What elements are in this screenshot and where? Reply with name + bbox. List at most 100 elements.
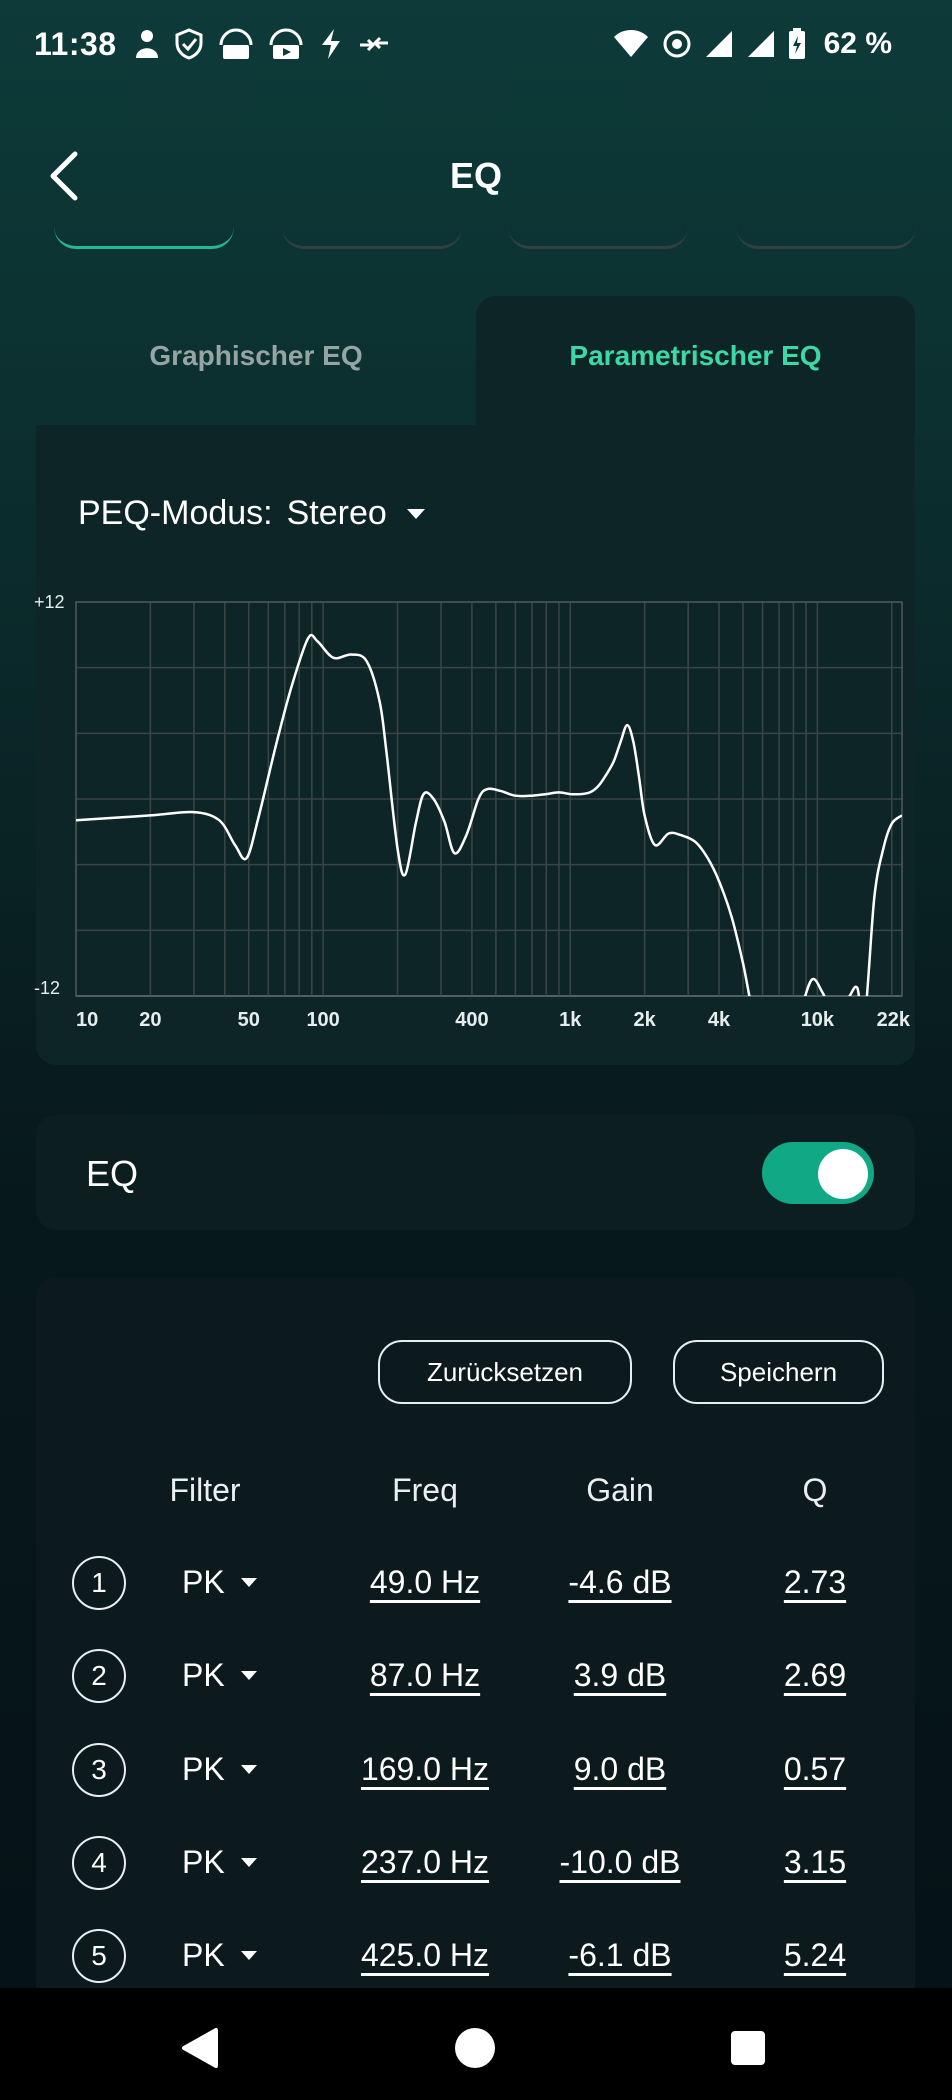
x-tick-label: 1k: [559, 1009, 582, 1030]
bolt-icon: [318, 27, 344, 61]
peq-mode-value: Stereo: [286, 494, 387, 532]
column-header-q: Q: [802, 1472, 828, 1508]
shield-icon: [174, 28, 204, 60]
filter-index: 1: [91, 1567, 107, 1598]
filter-type-value: PK: [182, 1751, 225, 1787]
filter-type-value: PK: [182, 1937, 225, 1973]
filter-type-value: PK: [182, 1657, 225, 1693]
triangle-back-icon: [182, 2028, 218, 2068]
filter-row: 1 PK 49.0 Hz -4.6 dB 2.73: [0, 1548, 952, 1618]
hotspot-icon: [662, 29, 692, 59]
eq-graph-svg: 10 20 50 100 400 1k 2k 4k 10k 22k +12 -12: [34, 592, 911, 1031]
peq-mode-label: PEQ-Modus:: [78, 494, 273, 532]
filter-type-dropdown[interactable]: PK: [182, 1937, 257, 1974]
preset-pill-3[interactable]: [508, 226, 688, 249]
nav-home-button[interactable]: [445, 2018, 505, 2078]
nav-back-button[interactable]: [170, 2018, 230, 2078]
status-icons-right: 62 %: [612, 24, 892, 64]
battery-icon: [788, 28, 806, 60]
y-tick-label: -12: [34, 978, 60, 998]
filter-row: 4 PK 237.0 Hz -10.0 dB 3.15: [0, 1828, 952, 1898]
filter-row: 5 PK 425.0 Hz -6.1 dB 5.24: [0, 1921, 952, 1991]
x-tick-label: 20: [139, 1009, 161, 1030]
battery-percent: 62 %: [823, 27, 892, 60]
filter-type-dropdown[interactable]: PK: [182, 1657, 257, 1694]
x-tick-label: 22k: [877, 1009, 911, 1030]
peq-mode-selector[interactable]: PEQ-Modus: Stereo: [78, 494, 425, 533]
filter-freq-value[interactable]: 169.0 Hz: [330, 1751, 520, 1788]
vpn-lock-icon: [218, 27, 254, 61]
filter-gain-value[interactable]: 3.9 dB: [530, 1657, 710, 1694]
filter-index-badge: 2: [72, 1649, 126, 1703]
filter-type-value: PK: [182, 1844, 225, 1880]
eq-toggle-knob: [818, 1149, 868, 1199]
filter-q-value[interactable]: 2.73: [740, 1564, 890, 1601]
filter-q-value[interactable]: 2.69: [740, 1657, 890, 1694]
signal-icon: [746, 29, 776, 59]
dropdown-arrow-icon: [240, 1765, 257, 1774]
filter-type-value: PK: [182, 1564, 225, 1600]
eq-toggle-label: EQ: [86, 1153, 139, 1194]
filter-gain-value[interactable]: -10.0 dB: [530, 1844, 710, 1881]
x-tick-label: 10: [76, 1009, 98, 1030]
reset-button[interactable]: Zurücksetzen: [378, 1340, 632, 1404]
eq-response-graph: 10 20 50 100 400 1k 2k 4k 10k 22k +12 -12: [28, 590, 918, 1031]
dropdown-arrow-icon: [406, 508, 425, 519]
dropdown-arrow-icon: [240, 1578, 257, 1587]
status-time: 11:38: [34, 26, 117, 62]
signal-icon: [704, 29, 734, 59]
filter-index-badge: 5: [72, 1929, 126, 1983]
filter-type-dropdown[interactable]: PK: [182, 1564, 257, 1601]
preset-pill-1[interactable]: [54, 226, 234, 249]
filter-gain-value[interactable]: -6.1 dB: [530, 1937, 710, 1974]
eq-response-curve: [76, 633, 902, 996]
filter-freq-value[interactable]: 49.0 Hz: [330, 1564, 520, 1601]
save-button[interactable]: Speichern: [673, 1340, 884, 1404]
tab-graphic-eq[interactable]: Graphischer EQ: [36, 340, 476, 372]
filter-row: 3 PK 169.0 Hz 9.0 dB 0.57: [0, 1735, 952, 1805]
column-header-filter: Filter: [169, 1472, 241, 1508]
filter-gain-value[interactable]: 9.0 dB: [530, 1751, 710, 1788]
filter-gain-value[interactable]: -4.6 dB: [530, 1564, 710, 1601]
tab-parametric-eq[interactable]: Parametrischer EQ: [476, 340, 915, 372]
filter-index: 2: [91, 1660, 107, 1691]
circle-home-icon: [455, 2028, 495, 2068]
wifi-icon: [612, 29, 650, 59]
filter-index-badge: 3: [72, 1743, 126, 1797]
square-recents-icon: [731, 2031, 765, 2065]
filter-q-value[interactable]: 3.15: [740, 1844, 890, 1881]
x-tick-label: 100: [306, 1009, 339, 1030]
filter-index: 4: [91, 1847, 107, 1878]
y-tick-label: +12: [34, 592, 65, 612]
filter-index-badge: 4: [72, 1836, 126, 1890]
filter-freq-value[interactable]: 87.0 Hz: [330, 1657, 520, 1694]
filter-index: 3: [91, 1754, 107, 1785]
x-tick-label: 400: [455, 1009, 488, 1030]
filter-row: 2 PK 87.0 Hz 3.9 dB 2.69: [0, 1641, 952, 1711]
x-tick-label: 4k: [708, 1009, 731, 1030]
filter-type-dropdown[interactable]: PK: [182, 1844, 257, 1881]
filter-type-dropdown[interactable]: PK: [182, 1751, 257, 1788]
person-icon: [134, 29, 160, 59]
filter-index: 5: [91, 1940, 107, 1971]
dropdown-arrow-icon: [240, 1858, 257, 1867]
dropdown-arrow-icon: [240, 1951, 257, 1960]
nav-recents-button[interactable]: [718, 2018, 778, 2078]
filter-freq-value[interactable]: 237.0 Hz: [330, 1844, 520, 1881]
x-tick-label: 10k: [801, 1009, 835, 1030]
filter-q-value[interactable]: 0.57: [740, 1751, 890, 1788]
preset-pill-4[interactable]: [736, 226, 916, 249]
x-tick-label: 50: [238, 1009, 260, 1030]
page-title: EQ: [449, 155, 502, 196]
dropdown-arrow-icon: [240, 1671, 257, 1680]
status-icons-left: [134, 24, 390, 64]
arrows-icon: [358, 31, 390, 57]
vpn-lock-play-icon: [268, 27, 304, 61]
filter-q-value[interactable]: 5.24: [740, 1937, 890, 1974]
column-header-freq: Freq: [392, 1472, 458, 1508]
x-tick-label: 2k: [634, 1009, 657, 1030]
column-header-gain: Gain: [586, 1472, 654, 1508]
filter-index-badge: 1: [72, 1556, 126, 1610]
filter-freq-value[interactable]: 425.0 Hz: [330, 1937, 520, 1974]
preset-pill-2[interactable]: [282, 226, 462, 249]
